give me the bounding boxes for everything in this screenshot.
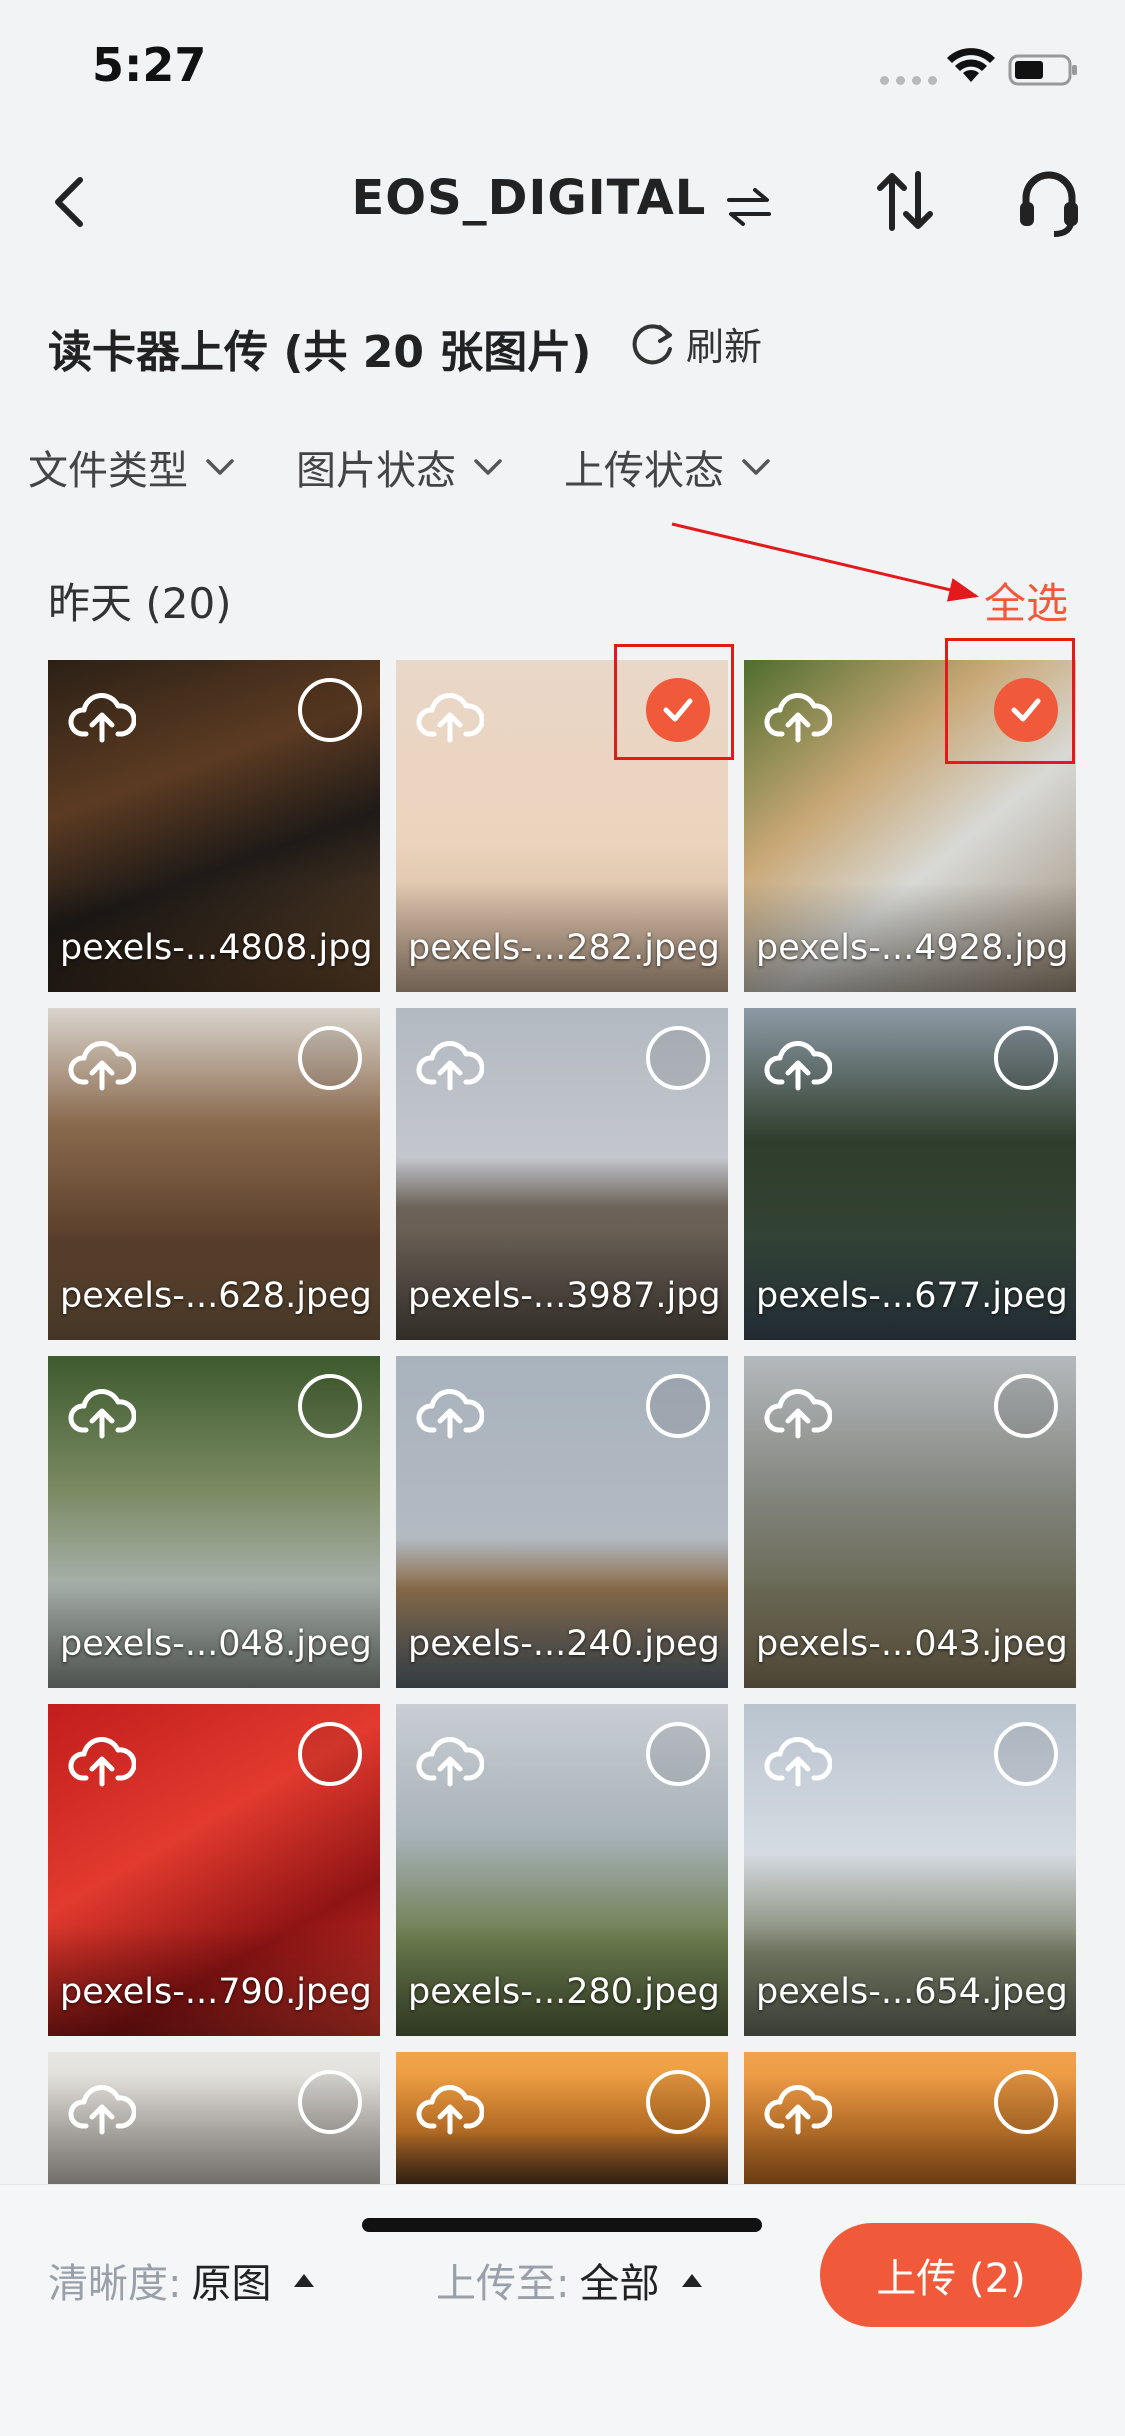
chevron-down-icon — [742, 459, 770, 475]
cloud-upload-icon — [416, 1384, 485, 1440]
caret-up-icon — [294, 2274, 315, 2287]
photo-filename: pexels-...240.jpeg — [408, 1624, 720, 1664]
filter-label: 上传状态 — [564, 448, 724, 494]
select-circle[interactable] — [298, 678, 362, 742]
destination-label: 上传至: — [436, 2261, 570, 2307]
photo-tile[interactable]: pexels-...628.jpeg — [48, 1008, 380, 1340]
cloud-upload-icon — [416, 2080, 485, 2136]
photo-tile[interactable]: pexels-...4808.jpg — [48, 660, 380, 992]
destination-value: 全部 — [579, 2261, 660, 2307]
select-circle[interactable] — [994, 1026, 1058, 1090]
destination-selector[interactable]: 上传至: 全部 — [436, 2251, 705, 2309]
signal-icon — [880, 76, 937, 85]
filter-upload-status[interactable]: 上传状态 — [564, 438, 774, 496]
status-time: 5:27 — [92, 38, 207, 92]
photo-filename: pexels-...3987.jpg — [408, 1276, 721, 1316]
cloud-upload-icon — [416, 688, 485, 744]
status-bar: 5:27 — [0, 0, 1125, 140]
photo-tile[interactable]: pexels-...3987.jpg — [396, 1008, 728, 1340]
caret-up-icon — [682, 2274, 703, 2287]
cloud-upload-icon — [764, 2080, 833, 2136]
cloud-upload-icon — [416, 1036, 485, 1092]
photo-filename: pexels-...282.jpeg — [408, 928, 720, 968]
filter-label: 图片状态 — [296, 448, 456, 494]
photo-filename: pexels-...790.jpeg — [60, 1972, 372, 2012]
headset-icon[interactable] — [1016, 168, 1082, 238]
annotation-box — [614, 644, 734, 760]
select-circle[interactable] — [298, 1026, 362, 1090]
photo-tile[interactable]: pexels-...048.jpeg — [48, 1356, 380, 1688]
page-title: EOS_DIGITAL — [351, 170, 707, 226]
photo-filename: pexels-...048.jpeg — [60, 1624, 372, 1664]
clarity-value: 原图 — [191, 2261, 272, 2307]
select-all-button[interactable]: 全选 — [984, 570, 1068, 631]
photo-tile[interactable]: pexels-...240.jpeg — [396, 1356, 728, 1688]
chevron-down-icon — [206, 459, 234, 475]
refresh-button[interactable]: 刷新 — [630, 316, 762, 371]
home-indicator — [362, 2218, 762, 2232]
photo-filename: pexels-...654.jpeg — [756, 1972, 1068, 2012]
photo-filename: pexels-...677.jpeg — [756, 1276, 1068, 1316]
cloud-upload-icon — [68, 688, 137, 744]
select-circle[interactable] — [994, 1374, 1058, 1438]
clarity-label: 清晰度: — [48, 2261, 182, 2307]
select-circle[interactable] — [298, 2070, 362, 2134]
nav-bar: EOS_DIGITAL — [0, 140, 1125, 270]
filter-label: 文件类型 — [28, 448, 188, 494]
upload-source-title: 读卡器上传 (共 20 张图片) — [48, 327, 592, 378]
cloud-upload-icon — [68, 2080, 137, 2136]
cloud-upload-icon — [416, 1732, 485, 1788]
filter-file-type[interactable]: 文件类型 — [28, 438, 238, 496]
photo-tile[interactable] — [396, 2052, 728, 2184]
select-circle[interactable] — [646, 2070, 710, 2134]
photo-tile[interactable]: pexels-...043.jpeg — [744, 1356, 1076, 1688]
swap-icon — [727, 187, 772, 226]
photo-tile[interactable] — [48, 2052, 380, 2184]
upload-button[interactable]: 上传 (2) — [820, 2223, 1082, 2327]
filter-image-status[interactable]: 图片状态 — [296, 438, 506, 496]
cloud-upload-icon — [764, 1732, 833, 1788]
clarity-selector[interactable]: 清晰度: 原图 — [48, 2251, 317, 2309]
cloud-upload-icon — [68, 1384, 137, 1440]
photo-tile[interactable]: pexels-...677.jpeg — [744, 1008, 1076, 1340]
photo-tile[interactable]: pexels-...280.jpeg — [396, 1704, 728, 2036]
photo-filename: pexels-...043.jpeg — [756, 1624, 1068, 1664]
photo-filename: pexels-...4928.jpg — [756, 928, 1069, 968]
photo-filename: pexels-...628.jpeg — [60, 1276, 372, 1316]
select-circle[interactable] — [298, 1374, 362, 1438]
date-group-label: 昨天 (20) — [48, 579, 232, 628]
wifi-icon — [947, 48, 995, 82]
photo-tile[interactable]: pexels-...790.jpeg — [48, 1704, 380, 2036]
photo-filename: pexels-...280.jpeg — [408, 1972, 720, 2012]
select-circle[interactable] — [994, 1722, 1058, 1786]
photo-tile[interactable] — [744, 2052, 1076, 2184]
select-circle[interactable] — [646, 1722, 710, 1786]
select-circle[interactable] — [646, 1374, 710, 1438]
cloud-upload-icon — [764, 1384, 833, 1440]
battery-icon — [1008, 54, 1077, 86]
select-circle[interactable] — [646, 1026, 710, 1090]
cloud-upload-icon — [68, 1732, 137, 1788]
cloud-upload-icon — [68, 1036, 137, 1092]
refresh-icon — [632, 323, 672, 364]
chevron-down-icon — [474, 459, 502, 475]
select-circle[interactable] — [298, 1722, 362, 1786]
cloud-upload-icon — [764, 688, 833, 744]
cloud-upload-icon — [764, 1036, 833, 1092]
photo-filename: pexels-...4808.jpg — [60, 928, 373, 968]
photo-tile[interactable]: pexels-...654.jpeg — [744, 1704, 1076, 2036]
device-switcher[interactable]: EOS_DIGITAL — [0, 170, 1125, 226]
select-circle[interactable] — [994, 2070, 1058, 2134]
annotation-box — [945, 638, 1075, 764]
sort-icon[interactable] — [874, 168, 936, 234]
filter-bar: 文件类型 图片状态 上传状态 — [28, 438, 832, 496]
refresh-label: 刷新 — [686, 325, 763, 369]
